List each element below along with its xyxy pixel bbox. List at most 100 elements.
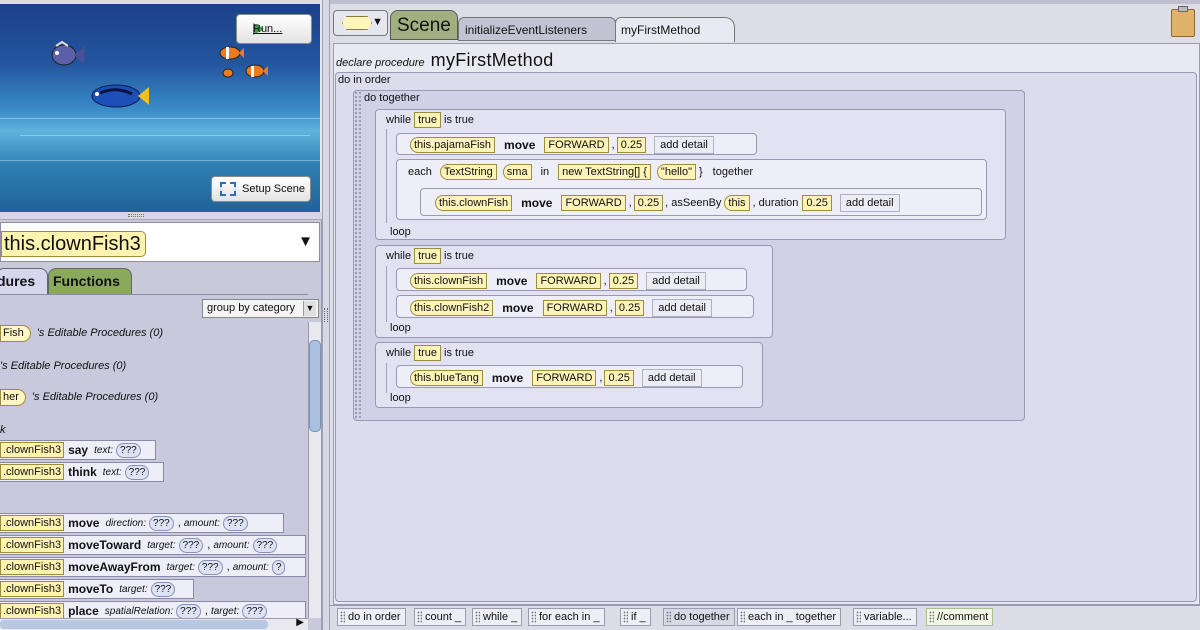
direction-value[interactable]: FORWARD	[544, 137, 609, 153]
param-value[interactable]: ???	[197, 559, 223, 575]
direction-value[interactable]: FORWARD	[561, 195, 626, 211]
param-value[interactable]: ???	[150, 581, 176, 597]
amount-value[interactable]: 0.25	[633, 195, 664, 211]
procedure-tile-say[interactable]: .clownFish3 say text:???	[0, 440, 156, 460]
loop-bar	[386, 266, 388, 322]
tile-do-together[interactable]: do together	[663, 608, 735, 626]
param-value[interactable]: ???	[178, 537, 204, 553]
string-value[interactable]: "hello"	[656, 164, 696, 180]
receiver-pill[interactable]: this.clownFish	[435, 195, 513, 211]
object-pill: Fish	[0, 325, 31, 342]
procedure-tile-move[interactable]: .clownFish3 move direction:???, amount:???	[0, 513, 284, 533]
add-detail-button[interactable]: add detail	[654, 136, 714, 154]
param-value[interactable]: ???	[176, 603, 201, 619]
direction-value[interactable]: FORWARD	[532, 370, 597, 386]
param-value[interactable]: ???	[222, 515, 248, 531]
splitter-grip	[324, 308, 328, 322]
setup-scene-button[interactable]: Setup Scene	[211, 176, 311, 202]
procedure-tile-think[interactable]: .clownFish3 think text:???	[0, 462, 164, 482]
palette-horizontal-scrollbar[interactable]: ▶	[0, 617, 308, 630]
procedure-name: moveTo	[68, 582, 114, 596]
procedure-name[interactable]: myFirstMethod	[431, 50, 554, 70]
loop-label: loop	[390, 226, 411, 238]
tile-while[interactable]: while _	[472, 608, 523, 626]
editable-procedures-header[interactable]: 's Editable Procedures (0)	[0, 360, 126, 372]
array-literal[interactable]: new TextString[] {	[558, 164, 651, 180]
editable-procedures-header[interactable]: Fish 's Editable Procedures (0)	[0, 325, 163, 342]
clown-fish-image	[222, 68, 234, 78]
procedure-name: move	[68, 516, 100, 530]
tab-procedures[interactable]: dures	[0, 268, 48, 294]
param-label: target:	[147, 539, 176, 551]
param-value[interactable]: ???	[116, 442, 141, 458]
procedure-tile-move-toward[interactable]: .clownFish3 moveToward target:???, amount:…	[0, 535, 306, 555]
procedure-name: say	[68, 443, 89, 457]
scrollbar-thumb[interactable]	[309, 340, 321, 432]
tile-each-in-together[interactable]: each in _ together	[737, 608, 842, 626]
method-name: move	[502, 301, 534, 315]
amount-value[interactable]: 0.25	[608, 273, 639, 289]
tile-variable[interactable]: variable...	[853, 608, 917, 626]
amount-value[interactable]: 0.25	[614, 300, 645, 316]
type-pill[interactable]: TextString	[439, 164, 497, 180]
amount-value[interactable]: 0.25	[616, 137, 647, 153]
receiver-pill[interactable]: this.pajamaFish	[410, 137, 496, 153]
tile-comment[interactable]: //comment	[926, 608, 994, 626]
procedure-tile-move-to[interactable]: .clownFish3 moveTo target:???	[0, 579, 194, 599]
while-header: while true is true	[386, 248, 474, 264]
instance-selector[interactable]: this.clownFish3 ▼	[0, 222, 320, 262]
procedure-tile-move-away-from[interactable]: .clownFish3 moveAwayFrom target:???, amoun…	[0, 557, 306, 577]
object-pill: her	[0, 389, 26, 406]
main-splitter[interactable]	[322, 0, 330, 630]
tab-initialize-event-listeners[interactable]: initializeEventListeners	[458, 17, 616, 41]
amount-value[interactable]: 0.25	[604, 370, 634, 386]
move-statement-content: this.pajamaFish move FORWARD, 0.25 add detai…	[407, 136, 714, 154]
group-by-select[interactable]: group by category ▼	[202, 299, 319, 318]
param-value[interactable]: ???	[242, 603, 267, 619]
param-value[interactable]: ???	[149, 515, 174, 531]
condition-value[interactable]: true	[414, 345, 442, 361]
each-label: each	[408, 166, 432, 178]
receiver-pill[interactable]: this.clownFish2	[410, 300, 494, 316]
run-button[interactable]: Run...	[236, 14, 312, 44]
tile-count[interactable]: count _	[414, 608, 467, 626]
add-detail-button[interactable]: add detail	[652, 299, 712, 317]
palette-vertical-scrollbar[interactable]	[308, 322, 321, 618]
is-true-label: is true	[444, 114, 475, 126]
tab-my-first-method[interactable]: myFirstMethod	[615, 17, 735, 42]
editable-procedures-header[interactable]: her 's Editable Procedures (0)	[0, 389, 158, 406]
wave	[0, 118, 320, 119]
scrollbar-thumb[interactable]	[0, 620, 268, 629]
clown-fish-image	[245, 64, 268, 78]
condition-value[interactable]: true	[414, 248, 442, 264]
duration-value[interactable]: 0.25	[802, 195, 832, 211]
receiver-pill[interactable]: this.blueTang	[410, 370, 483, 386]
receiver-pill: .clownFish3	[0, 464, 65, 480]
panel-splitter[interactable]	[0, 212, 322, 220]
loop-label: loop	[390, 392, 411, 404]
arrow-right-icon[interactable]: ▶	[296, 617, 304, 628]
param-value[interactable]: ?	[271, 559, 286, 575]
add-detail-button[interactable]: add detail	[641, 369, 702, 387]
add-detail-button[interactable]: add detail	[839, 194, 900, 212]
dropdown-arrow-icon[interactable]: ▼	[298, 233, 313, 250]
direction-value[interactable]: FORWARD	[536, 273, 601, 289]
tile-if[interactable]: if _	[620, 608, 651, 626]
condition-value[interactable]: true	[414, 112, 442, 128]
tile-do-in-order[interactable]: do in order	[337, 608, 406, 626]
while-label: while	[386, 114, 412, 126]
class-menu-button[interactable]: ▼	[333, 10, 388, 36]
as-seen-by-value[interactable]: this	[724, 195, 750, 211]
param-value[interactable]: ???	[252, 537, 278, 553]
direction-value[interactable]: FORWARD	[542, 300, 607, 316]
drag-handle[interactable]	[354, 91, 362, 420]
tab-functions[interactable]: Functions	[48, 268, 132, 294]
clipboard-icon[interactable]	[1171, 6, 1195, 37]
param-value[interactable]: ???	[124, 464, 150, 480]
receiver-pill[interactable]: this.clownFish	[410, 273, 488, 289]
add-detail-button[interactable]: add detail	[646, 272, 706, 290]
tab-scene[interactable]: Scene	[390, 10, 458, 40]
tile-for-each-in[interactable]: for each in _	[528, 608, 605, 626]
param-label: amount:	[183, 517, 220, 529]
variable-pill[interactable]: sma	[502, 164, 532, 180]
